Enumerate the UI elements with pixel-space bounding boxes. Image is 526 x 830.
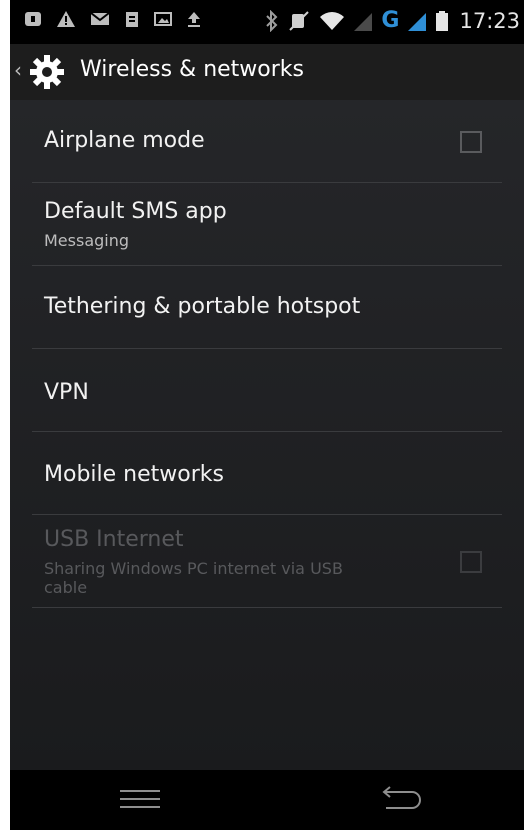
up-button[interactable]: ‹ [10, 44, 72, 100]
notification-icon [25, 12, 41, 26]
pref-title: Tethering & portable hotspot [44, 294, 361, 319]
gear-icon [30, 55, 64, 89]
pref-title: Airplane mode [44, 128, 205, 153]
pref-title: Default SMS app [44, 199, 227, 224]
pref-summary-line-1: Sharing Windows PC internet via USB [44, 559, 343, 578]
image-icon [154, 12, 172, 26]
pref-title: Mobile networks [44, 462, 224, 487]
preference-list: Airplane mode Default SMS app Messaging … [10, 100, 524, 770]
airplane-mode-checkbox[interactable] [460, 131, 482, 153]
pref-title: USB Internet [44, 527, 184, 552]
pref-mobile-networks[interactable]: Mobile networks [32, 432, 502, 515]
clipboard-icon [126, 12, 138, 27]
pref-tethering-hotspot[interactable]: Tethering & portable hotspot [32, 266, 502, 349]
back-icon[interactable] [378, 784, 422, 814]
page-title: Wireless & networks [80, 57, 304, 82]
pref-title: VPN [44, 380, 89, 405]
pref-vpn[interactable]: VPN [32, 349, 502, 432]
action-bar: ‹ Wireless & networks [10, 44, 524, 100]
usb-internet-checkbox [460, 551, 482, 573]
pref-summary: Messaging [44, 231, 130, 250]
notification-icons [24, 10, 202, 28]
network-type-label: G [381, 8, 400, 33]
navigation-bar [10, 770, 524, 830]
upload-icon [188, 12, 200, 27]
battery-icon [436, 11, 449, 31]
menu-icon[interactable] [120, 790, 160, 810]
bluetooth-icon [266, 10, 278, 32]
chevron-left-icon: ‹ [14, 58, 22, 82]
warning-icon [57, 11, 75, 27]
clock: 17:23 [459, 9, 520, 33]
mail-icon [90, 12, 110, 25]
pref-usb-internet: USB Internet Sharing Windows PC internet… [32, 515, 502, 608]
signal-strength-icon [408, 13, 427, 31]
system-icons: G 17:23 [265, 8, 520, 34]
mute-icon [289, 11, 310, 31]
pref-airplane-mode[interactable]: Airplane mode [32, 100, 502, 183]
wifi-icon [320, 12, 345, 30]
pref-default-sms-app[interactable]: Default SMS app Messaging [32, 183, 502, 266]
signal-icon [354, 13, 373, 31]
phone-screen: G 17:23 ‹ Wireless & networks Airplane m… [10, 0, 524, 830]
pref-summary-line-2: cable [44, 578, 88, 597]
status-bar: G 17:23 [10, 0, 524, 44]
